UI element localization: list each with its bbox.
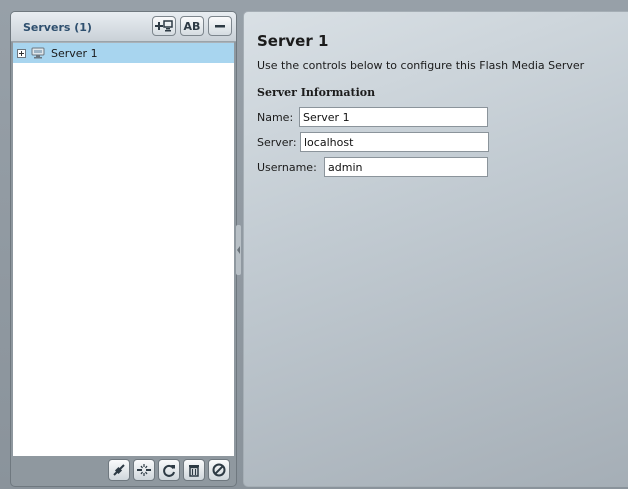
cancel-button[interactable] [208,459,230,481]
username-label: Username: [257,161,317,174]
rename-icon: AB [183,19,201,33]
delete-icon [187,463,201,477]
server-icon [31,47,45,59]
servers-panel-header: Servers (1) AB [11,12,236,42]
page-title: Server 1 [257,32,329,50]
tree-item-server-1[interactable]: Server 1 [13,43,234,63]
add-server-button[interactable] [152,16,176,36]
panel-splitter[interactable] [236,225,241,275]
connect-icon [112,463,126,477]
add-server-icon [155,20,173,32]
tree-item-label: Server 1 [51,46,98,60]
delete-button[interactable] [183,459,205,481]
cancel-icon [212,463,226,477]
expand-icon[interactable] [17,48,26,58]
server-details-panel: Server 1 Use the controls below to confi… [243,11,628,487]
refresh-icon [162,463,176,477]
rename-button[interactable]: AB [180,16,204,36]
name-label: Name: [257,111,294,124]
server-tree: Server 1 [13,42,234,457]
page-subtitle: Use the controls below to configure this… [257,59,585,72]
refresh-button[interactable] [158,459,180,481]
disconnect-icon [136,463,152,477]
servers-panel: Servers (1) AB Server 1 [10,11,237,487]
server-field[interactable] [300,132,489,152]
servers-panel-title: Servers (1) [23,21,92,34]
collapse-arrow-icon [237,246,240,254]
section-heading: Server Information [257,86,376,99]
disconnect-button[interactable] [133,459,155,481]
server-label: Server: [257,136,297,149]
remove-button[interactable] [208,16,232,36]
minus-icon [214,20,226,32]
username-field[interactable] [324,157,488,177]
connect-button[interactable] [108,459,130,481]
servers-panel-footer [13,456,234,484]
name-field[interactable] [299,107,488,127]
